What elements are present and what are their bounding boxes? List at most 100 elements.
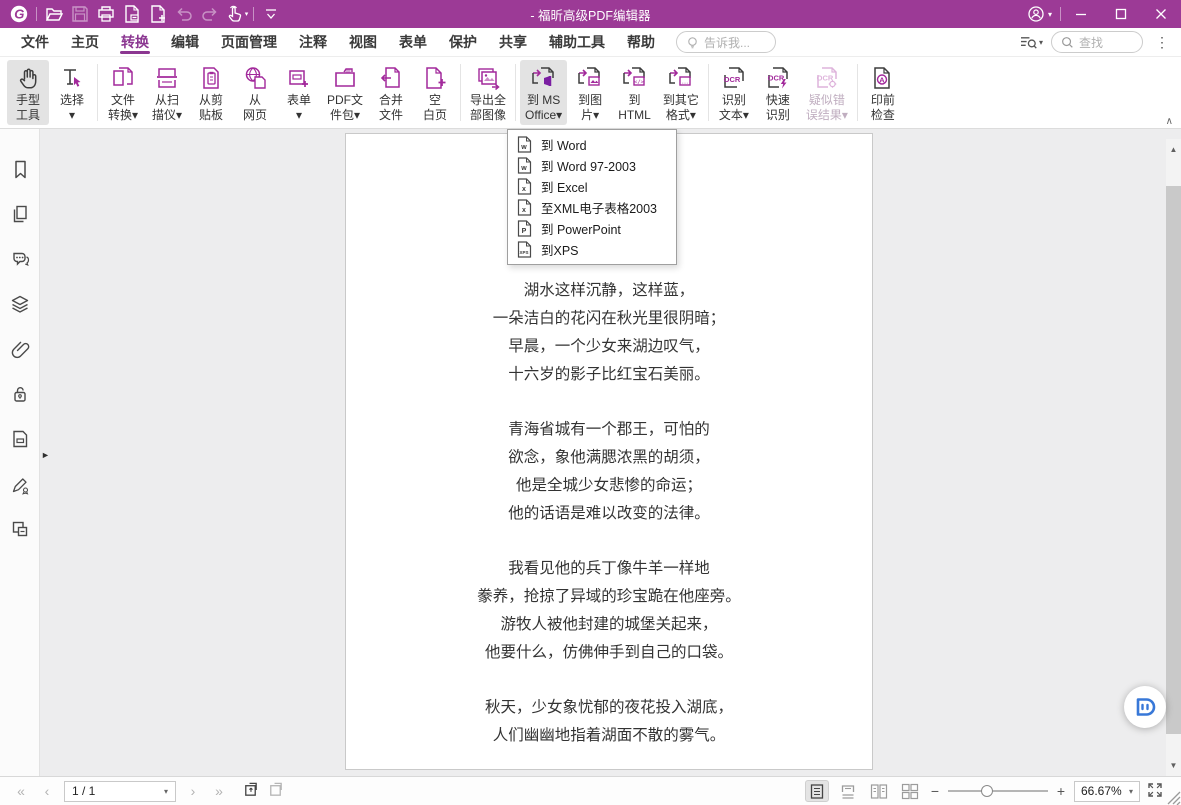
previous-page-button[interactable]: ‹ xyxy=(38,783,56,799)
zoom-slider[interactable] xyxy=(948,784,1048,798)
hand-tool-button[interactable]: 手型工具 xyxy=(7,60,49,125)
next-page-button[interactable]: › xyxy=(184,783,202,799)
destinations-icon[interactable] xyxy=(8,517,32,541)
previous-view-button[interactable] xyxy=(242,781,259,801)
tab-共享[interactable]: 共享 xyxy=(488,28,538,56)
facing-continuous-view-button[interactable] xyxy=(898,780,922,802)
layers-icon[interactable] xyxy=(8,292,32,316)
menu-to-xml-spreadsheet-2003[interactable]: x至XML电子表格2003 xyxy=(508,197,676,218)
tool-label: 疑似错 xyxy=(809,93,845,108)
account-button[interactable]: ▾ xyxy=(1019,0,1060,28)
fields-icon[interactable] xyxy=(8,427,32,451)
customize-toolbar-icon[interactable] xyxy=(258,2,284,26)
single-page-view-button[interactable] xyxy=(805,780,829,802)
poem-line: 欲念，象他满腮浓黑的胡须， xyxy=(346,444,872,472)
from-web-button[interactable]: 从网页 xyxy=(234,60,276,125)
pdf-portfolio-button[interactable]: PDF文件包▾ xyxy=(322,60,368,125)
attachments-icon[interactable] xyxy=(8,337,32,361)
tab-主页[interactable]: 主页 xyxy=(60,28,110,56)
tab-转换[interactable]: 转换 xyxy=(110,28,160,56)
export-all-images-button[interactable]: 导出全部图像 xyxy=(465,60,511,125)
zoom-in-button[interactable]: + xyxy=(1055,783,1067,799)
fullscreen-button[interactable] xyxy=(1147,782,1163,801)
to-html-button[interactable]: </>到HTML xyxy=(613,60,656,125)
file-convert-button[interactable]: 文件转换▾ xyxy=(102,60,144,125)
web-icon xyxy=(242,63,268,93)
scroll-down-icon[interactable]: ▼ xyxy=(1166,758,1181,773)
to-image-button[interactable]: 到图片▾ xyxy=(569,60,611,125)
more-options-button[interactable]: ⋮ xyxy=(1151,34,1173,51)
close-button[interactable] xyxy=(1141,0,1181,28)
zoom-slider-thumb[interactable] xyxy=(981,785,993,797)
print-icon[interactable] xyxy=(93,2,119,26)
menu-to-word[interactable]: w 到 Word xyxy=(508,134,676,155)
minimize-button[interactable] xyxy=(1061,0,1101,28)
blank-page-button[interactable]: 空白页 xyxy=(414,60,456,125)
poem-line: 他是全城少女悲惨的命运； xyxy=(346,472,872,500)
tab-页面管理[interactable]: 页面管理 xyxy=(210,28,288,56)
menu-to-word-97-2003[interactable]: w到 Word 97-2003 xyxy=(508,155,676,176)
preflight-check-button[interactable]: A印前检查 xyxy=(862,60,904,125)
facing-view-button[interactable] xyxy=(867,780,891,802)
open-icon[interactable] xyxy=(41,2,67,26)
from-clipboard-button[interactable]: 从剪贴板 xyxy=(190,60,232,125)
menu-to-excel[interactable]: x到 Excel xyxy=(508,176,676,197)
ocr-quick-recognize-button[interactable]: OCR快速识别 xyxy=(757,60,799,125)
comments-icon[interactable] xyxy=(8,247,32,271)
tab-编辑[interactable]: 编辑 xyxy=(160,28,210,56)
advanced-search-button[interactable]: ▾ xyxy=(1020,35,1043,50)
poem-line: 他要什么，仿佛伸手到自己的口袋。 xyxy=(346,639,872,667)
page-remove-icon[interactable] xyxy=(119,2,145,26)
zoom-level-select[interactable]: 66.67% ▾ xyxy=(1074,781,1140,802)
redo-icon[interactable] xyxy=(197,2,223,26)
scrollbar-thumb[interactable] xyxy=(1166,186,1181,734)
menu-to-powerpoint[interactable]: P到 PowerPoint xyxy=(508,218,676,239)
bookmarks-icon[interactable] xyxy=(8,157,32,181)
menu-item-label: 到 Word xyxy=(541,135,587,154)
security-icon[interactable] xyxy=(8,382,32,406)
tab-帮助[interactable]: 帮助 xyxy=(616,28,666,56)
tool-label: 网页 xyxy=(243,108,267,123)
scroll-up-icon[interactable]: ▲ xyxy=(1166,142,1181,157)
divider xyxy=(460,64,461,121)
collapse-ribbon-icon[interactable]: ∧ xyxy=(1166,116,1173,127)
window-resize-grip[interactable] xyxy=(1163,787,1181,805)
page-number-select[interactable]: 1 / 1 ▾ xyxy=(64,781,176,802)
file-type-icon: w xyxy=(516,136,532,153)
pages-icon[interactable] xyxy=(8,202,32,226)
vertical-scrollbar[interactable]: ▲ ▼ xyxy=(1166,139,1181,776)
find-search[interactable]: 查找 xyxy=(1051,31,1143,53)
continuous-view-button[interactable] xyxy=(836,780,860,802)
combine-files-button[interactable]: 合并文件 xyxy=(370,60,412,125)
undo-icon[interactable] xyxy=(171,2,197,26)
page-add-icon[interactable] xyxy=(145,2,171,26)
tab-文件[interactable]: 文件 xyxy=(10,28,60,56)
zoom-out-button[interactable]: − xyxy=(929,783,941,799)
hand-pointer-icon[interactable]: ▾ xyxy=(223,2,249,26)
tab-注释[interactable]: 注释 xyxy=(288,28,338,56)
panel-expand-handle[interactable]: ► xyxy=(41,447,53,463)
tab-辅助工具[interactable]: 辅助工具 xyxy=(538,28,616,56)
assistant-chat-button[interactable] xyxy=(1124,686,1166,728)
tell-me-search[interactable]: 告诉我... xyxy=(676,31,776,53)
form-tool-button[interactable]: 表单▾ xyxy=(278,60,320,125)
signatures-icon[interactable] xyxy=(8,472,32,496)
first-page-button[interactable]: « xyxy=(12,783,30,799)
ribbon-group: A印前检查 xyxy=(861,60,905,125)
maximize-button[interactable] xyxy=(1101,0,1141,28)
to-ms-office-dropdown-menu: w 到 Wordw到 Word 97-2003x到 Excelx至XML电子表格2… xyxy=(507,129,677,265)
tab-保护[interactable]: 保护 xyxy=(438,28,488,56)
quick-access-toolbar: G▾ xyxy=(0,0,284,28)
to-other-format-button[interactable]: …到其它格式▾ xyxy=(658,60,704,125)
tab-表单[interactable]: 表单 xyxy=(388,28,438,56)
from-scanner-button[interactable]: 从扫描仪▾ xyxy=(146,60,188,125)
menu-to-xps[interactable]: XPS到XPS xyxy=(508,239,676,260)
select-tool-button[interactable]: 选择▾ xyxy=(51,60,93,125)
save-icon[interactable] xyxy=(67,2,93,26)
last-page-button[interactable]: » xyxy=(210,783,228,799)
next-view-button[interactable] xyxy=(267,781,284,801)
title-bar: - 福昕高级PDF编辑器 G▾ ▾ xyxy=(0,0,1181,28)
ocr-recognize-text-button[interactable]: OCR识别文本▾ xyxy=(713,60,755,125)
to-ms-office-button[interactable]: 到 MSOffice▾ xyxy=(520,60,567,125)
tab-视图[interactable]: 视图 xyxy=(338,28,388,56)
